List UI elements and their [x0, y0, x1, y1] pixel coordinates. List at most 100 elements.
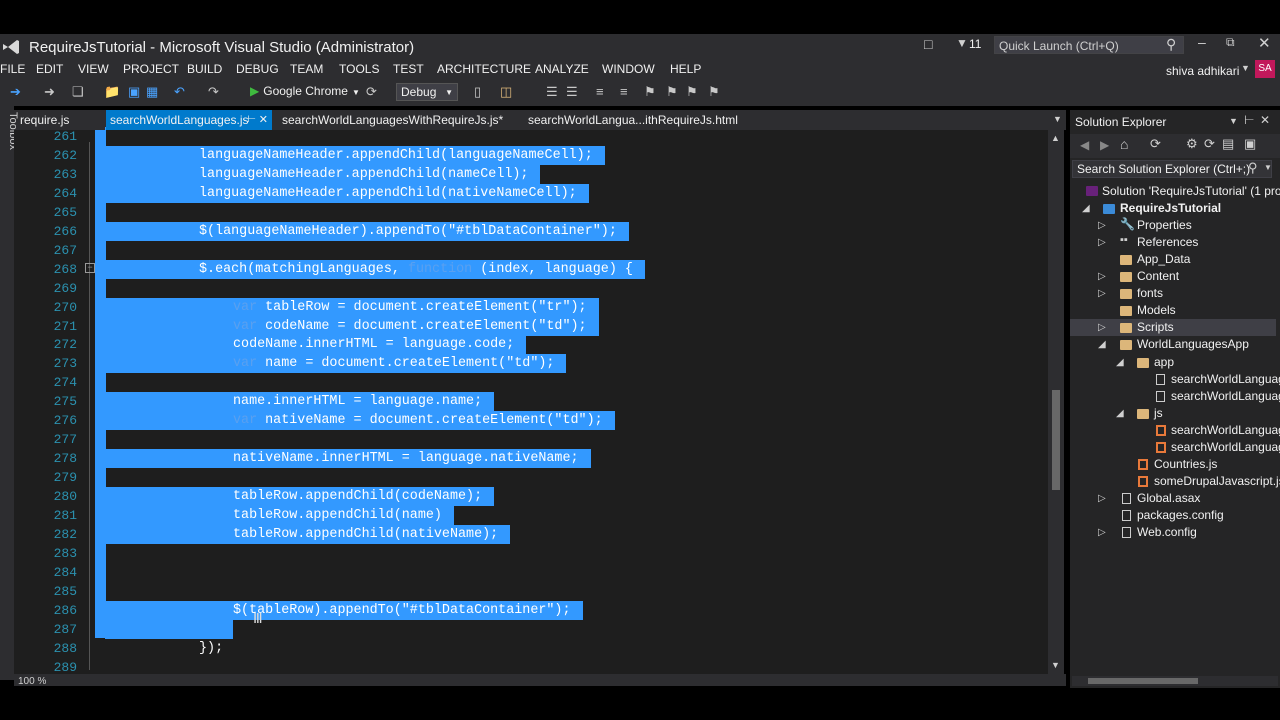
tree-file[interactable]: searchWorldLanguag [1171, 422, 1280, 439]
panel-dropdown-icon[interactable]: ▼ [1229, 116, 1238, 126]
collapsed-arrow-icon[interactable]: ▷ [1098, 527, 1106, 538]
selected-empty-line[interactable] [105, 240, 106, 260]
code-line[interactable]: codeName.innerHTML = language.code; [105, 335, 527, 355]
code-line[interactable]: $(languageNameHeader).appendTo("#tblData… [105, 221, 629, 241]
tree-app[interactable]: app [1154, 354, 1174, 371]
back-icon[interactable]: ➔ [10, 84, 21, 100]
code-line[interactable]: tableRow.appendChild(name) [105, 506, 454, 525]
tab-searchworldlanguageswithrequirejs-js[interactable]: searchWorldLanguagesWithRequireJs.js* [278, 110, 507, 130]
scroll-down-icon[interactable]: ▼ [1051, 660, 1060, 670]
restore-icon[interactable]: ⧉ [1226, 35, 1235, 50]
collapsed-arrow-icon[interactable]: ▷ [1098, 237, 1106, 248]
collapse-icon[interactable]: − [85, 263, 95, 273]
code-line[interactable]: var tableRow = document.createElement("t… [105, 297, 599, 317]
close-tab-icon[interactable]: ✕ [259, 110, 268, 130]
tree-file[interactable]: searchWorldLanguag [1171, 439, 1280, 456]
tree-file[interactable]: searchWorldLanguag [1171, 371, 1280, 388]
start-debugging-button[interactable]: ▶ Google Chrome ▼ [250, 84, 360, 98]
code-line[interactable]: var nativeName = document.createElement(… [105, 411, 615, 431]
clear-bookmarks-icon[interactable]: ⚑ [708, 84, 720, 100]
scroll-thumb[interactable] [1052, 390, 1060, 490]
outdent-icon[interactable]: ☰ [566, 84, 578, 100]
tree-file[interactable]: searchWorldLanguag [1171, 388, 1280, 405]
tree-references[interactable]: References [1137, 234, 1198, 251]
menu-edit[interactable]: EDIT [36, 62, 63, 76]
menu-debug[interactable]: DEBUG [236, 62, 279, 76]
search-options-icon[interactable]: ▼ [1264, 163, 1272, 172]
tree-somedrupaljavascript-js[interactable]: someDrupalJavascript.js [1154, 473, 1280, 490]
editor-horizontal-scrollbar[interactable] [14, 674, 1066, 686]
back-icon[interactable]: ◀ [1080, 138, 1089, 152]
feedback-icon[interactable]: □ [924, 36, 932, 52]
close-panel-icon[interactable]: ✕ [1260, 113, 1270, 127]
code-line[interactable]: var codeName = document.createElement("t… [105, 316, 599, 336]
menu-architecture[interactable]: ARCHITECTURE [437, 62, 531, 76]
menu-file[interactable]: FILE [0, 62, 25, 76]
notifications-icon[interactable]: ▼ [956, 36, 968, 50]
expanded-arrow-icon[interactable]: ◢ [1082, 203, 1090, 214]
refresh-icon[interactable]: ⟳ [1204, 136, 1215, 152]
prev-bookmark-icon[interactable]: ⚑ [666, 84, 678, 100]
selected-empty-line[interactable] [105, 543, 106, 563]
collapsed-arrow-icon[interactable]: ▷ [1098, 271, 1106, 282]
tree-js[interactable]: js [1154, 405, 1163, 422]
minimize-icon[interactable]: – [1198, 34, 1206, 50]
tree-packages-config[interactable]: packages.config [1137, 507, 1224, 524]
tree-scripts[interactable]: Scripts [1137, 319, 1174, 336]
menu-build[interactable]: BUILD [187, 62, 222, 76]
code-line[interactable]: var name = document.createElement("td"); [105, 354, 567, 374]
collapsed-arrow-icon[interactable]: ▷ [1098, 493, 1106, 504]
indent-icon[interactable]: ☰ [546, 84, 558, 100]
toolbox-strip[interactable] [0, 106, 14, 680]
avatar[interactable]: SA [1255, 60, 1275, 78]
selected-empty-line[interactable] [105, 581, 106, 601]
scroll-up-icon[interactable]: ▲ [1051, 133, 1060, 143]
properties-icon[interactable]: ▣ [1244, 136, 1256, 152]
collapse-all-icon[interactable]: ▤ [1222, 136, 1234, 152]
menu-analyze[interactable]: ANALYZE [535, 62, 589, 76]
browse-icon[interactable]: ◫ [500, 84, 512, 100]
expanded-arrow-icon[interactable]: ◢ [1116, 357, 1124, 368]
zoom-level[interactable]: 100 % [18, 676, 46, 687]
pin-icon[interactable]: ⊢ [1244, 113, 1254, 127]
code-line[interactable]: name.innerHTML = language.name; [105, 392, 495, 412]
selected-empty-line[interactable] [105, 619, 233, 639]
uncomment-icon[interactable]: ≡ [620, 84, 628, 99]
tree-solution[interactable]: Solution 'RequireJsTutorial' (1 proj [1102, 183, 1280, 200]
code-line[interactable]: $(tableRow).appendTo("#tblDataContainer"… [105, 600, 583, 620]
collapsed-arrow-icon[interactable]: ▷ [1098, 288, 1106, 299]
tree-global-asax[interactable]: Global.asax [1137, 490, 1200, 507]
tree-properties[interactable]: Properties [1137, 217, 1192, 234]
home-icon[interactable]: ⌂ [1120, 136, 1128, 152]
selected-empty-line[interactable] [105, 373, 106, 393]
tree-project[interactable]: RequireJsTutorial [1120, 200, 1221, 217]
forward-icon[interactable]: ▶ [1100, 138, 1109, 152]
menu-help[interactable]: HELP [670, 62, 701, 76]
tree-web-config[interactable]: Web.config [1137, 524, 1197, 541]
bookmark-icon[interactable]: ⚑ [644, 84, 656, 100]
refresh-icon[interactable]: ⟳ [366, 84, 377, 100]
code-line[interactable]: tableRow.appendChild(nativeName); [105, 524, 511, 544]
solution-configuration-select[interactable]: Debug ▼ [396, 83, 458, 101]
pending-changes-icon[interactable]: ⚙ [1186, 136, 1198, 152]
menu-tools[interactable]: TOOLS [339, 62, 379, 76]
expanded-arrow-icon[interactable]: ◢ [1116, 408, 1124, 419]
selected-empty-line[interactable] [105, 202, 106, 222]
new-project-icon[interactable]: ❏ [72, 84, 84, 100]
menu-view[interactable]: VIEW [78, 62, 109, 76]
close-icon[interactable]: ✕ [1258, 34, 1271, 52]
tree-content[interactable]: Content [1137, 268, 1179, 285]
find-icon[interactable]: ▯ [474, 84, 481, 100]
scroll-thumb[interactable] [1088, 678, 1198, 684]
code-line[interactable]: }); [199, 639, 223, 658]
tree-app-data[interactable]: App_Data [1137, 251, 1190, 268]
quick-launch-input[interactable]: Quick Launch (Ctrl+Q) [994, 36, 1184, 54]
redo-icon[interactable]: ↷ [208, 84, 219, 100]
tree-countries-js[interactable]: Countries.js [1154, 456, 1217, 473]
user-name[interactable]: shiva adhikari [1166, 64, 1239, 78]
sync-icon[interactable]: ⟳ [1150, 136, 1161, 152]
open-file-icon[interactable]: 📁 [104, 84, 120, 100]
save-icon[interactable]: ▣ [128, 84, 140, 100]
pin-icon[interactable]: ⊢ [247, 110, 256, 130]
code-line[interactable]: $.each(matchingLanguages, function (inde… [105, 259, 645, 279]
